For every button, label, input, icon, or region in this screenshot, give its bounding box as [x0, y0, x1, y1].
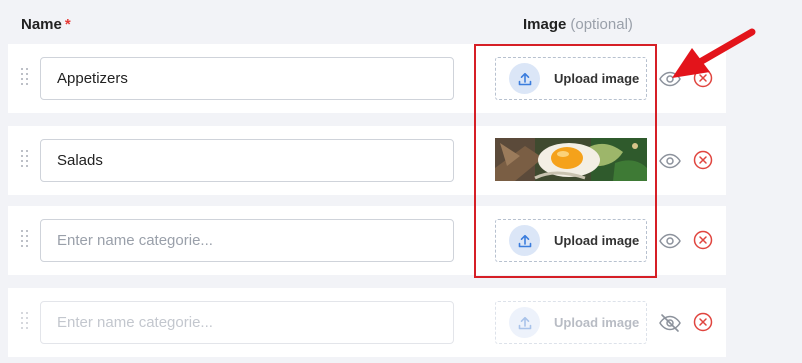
drag-handle-icon[interactable] — [20, 312, 30, 334]
eye-icon[interactable] — [658, 149, 682, 173]
remove-circle-icon[interactable] — [693, 312, 713, 332]
upload-image-label: Upload image — [554, 71, 640, 86]
name-column-header: Name * — [21, 16, 71, 33]
image-header-label: Image — [523, 16, 567, 33]
remove-circle-icon[interactable] — [693, 150, 713, 170]
upload-image-button[interactable]: Upload image — [495, 301, 647, 344]
category-name-input[interactable] — [40, 219, 454, 262]
remove-circle-icon[interactable] — [693, 68, 713, 88]
optional-label: (optional) — [570, 16, 633, 33]
category-row: Upload image — [8, 206, 726, 275]
upload-image-button[interactable]: Upload image — [495, 57, 647, 100]
category-row: Upload image — [8, 44, 726, 113]
name-header-label: Name — [21, 16, 62, 33]
table-header: Name * Image (optional) — [0, 0, 802, 44]
category-name-input[interactable] — [40, 57, 454, 100]
upload-icon — [509, 63, 540, 94]
upload-icon — [509, 225, 540, 256]
eye-off-icon[interactable] — [658, 311, 682, 335]
upload-image-label: Upload image — [554, 233, 640, 248]
category-row — [8, 126, 726, 195]
drag-handle-icon[interactable] — [20, 230, 30, 252]
drag-handle-icon[interactable] — [20, 68, 30, 90]
category-row-hidden: Upload image — [8, 288, 726, 357]
eye-icon[interactable] — [658, 67, 682, 91]
required-mark: * — [64, 16, 71, 33]
upload-image-label: Upload image — [554, 315, 640, 330]
drag-handle-icon[interactable] — [20, 150, 30, 172]
eye-icon[interactable] — [658, 229, 682, 253]
upload-image-button[interactable]: Upload image — [495, 219, 647, 262]
category-name-input[interactable] — [40, 139, 454, 182]
image-column-header: Image (optional) — [523, 16, 633, 33]
category-name-input[interactable] — [40, 301, 454, 344]
category-image-thumbnail[interactable] — [495, 138, 647, 181]
upload-icon — [509, 307, 540, 338]
remove-circle-icon[interactable] — [693, 230, 713, 250]
